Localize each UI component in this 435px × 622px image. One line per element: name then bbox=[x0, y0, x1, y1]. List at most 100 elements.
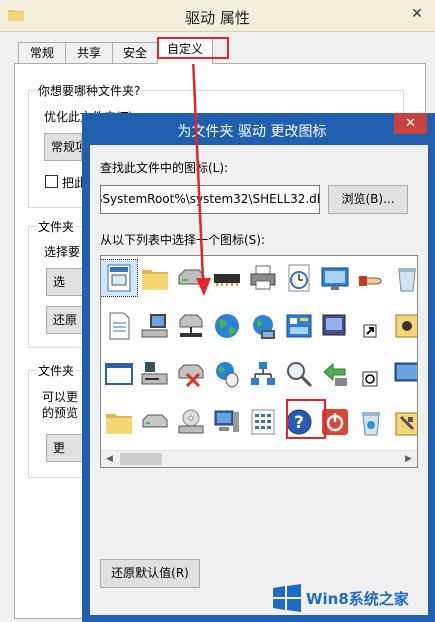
tab-security[interactable]: 安全 bbox=[112, 42, 158, 64]
icon-cell[interactable] bbox=[389, 404, 417, 440]
icon-cell[interactable] bbox=[389, 260, 417, 296]
package-icon bbox=[395, 314, 417, 338]
icon-cell[interactable] bbox=[101, 308, 137, 344]
watermark: Win8系统之家 bbox=[270, 578, 432, 618]
icon-cell[interactable] bbox=[389, 356, 417, 392]
media-icon bbox=[322, 314, 346, 336]
icon-cell[interactable] bbox=[209, 260, 245, 296]
folder-icon-group-title: 文件夹 bbox=[38, 362, 77, 379]
window-icon bbox=[105, 363, 133, 385]
tab-highlight-box bbox=[157, 37, 229, 59]
icon-cell[interactable] bbox=[245, 404, 281, 440]
restore-defaults-button[interactable]: 还原默认值(R) bbox=[100, 559, 200, 588]
icon-cell[interactable] bbox=[173, 356, 209, 392]
icon-cell[interactable] bbox=[353, 356, 389, 392]
find-icons-label: 查找此文件中的图标(L): bbox=[100, 161, 229, 175]
folder-options-icon bbox=[107, 264, 131, 292]
icon-cell[interactable] bbox=[281, 260, 317, 296]
folder-picture-label: 选择要 bbox=[44, 245, 81, 259]
browse-button[interactable]: 浏览(B)... bbox=[328, 185, 408, 214]
control-panel-icon bbox=[286, 314, 312, 338]
mouse-globe-icon bbox=[216, 362, 239, 388]
search-icon bbox=[287, 362, 313, 388]
scroll-left-arrow[interactable]: ◀ bbox=[101, 451, 118, 467]
empty-recycle-bin-icon bbox=[362, 412, 380, 436]
icon-cell[interactable] bbox=[137, 260, 173, 296]
restore-picture-button[interactable]: 还原 bbox=[46, 306, 84, 334]
dialog-body: 查找此文件中的图标(L): %SystemRoot%\system32\SHEL… bbox=[90, 145, 428, 615]
shortcut-arrow-icon bbox=[363, 324, 377, 338]
icon-list[interactable]: ? ◀ ▶ bbox=[100, 255, 418, 468]
drive-icon bbox=[178, 269, 205, 285]
icon-cell[interactable] bbox=[209, 404, 245, 440]
icon-cell[interactable] bbox=[317, 260, 353, 296]
icon-cell[interactable] bbox=[353, 308, 389, 344]
printer-icon bbox=[250, 265, 276, 290]
horizontal-scrollbar[interactable]: ◀ ▶ bbox=[101, 450, 417, 467]
optimize-select[interactable]: 常规项 bbox=[44, 133, 82, 161]
icon-cell[interactable] bbox=[101, 259, 138, 297]
icon-cell[interactable] bbox=[353, 404, 389, 440]
properties-titlebar: 驱动 属性 ✕ bbox=[0, 0, 435, 32]
network-icon bbox=[251, 362, 275, 385]
icon-cell[interactable] bbox=[209, 308, 245, 344]
icon-cell[interactable] bbox=[245, 356, 281, 392]
display-icon bbox=[321, 267, 349, 290]
back-arrow-icon bbox=[323, 362, 347, 386]
document-icon bbox=[109, 312, 130, 340]
icon-file-path-input[interactable]: %SystemRoot%\system32\SHELL32.dll bbox=[100, 185, 320, 214]
choose-file-button[interactable]: 选 bbox=[46, 268, 84, 296]
icon-cell[interactable] bbox=[245, 308, 281, 344]
apply-subfolders-checkbox[interactable] bbox=[45, 175, 58, 188]
tab-sharing[interactable]: 共享 bbox=[65, 42, 113, 64]
windows-logo-icon bbox=[273, 584, 301, 612]
icon-cell[interactable] bbox=[173, 260, 209, 296]
folder-icon-line1: 可以更 bbox=[42, 390, 79, 404]
icon-cell[interactable] bbox=[173, 404, 209, 440]
recycle-bin-icon bbox=[398, 268, 416, 292]
computer-drive-icon bbox=[141, 314, 168, 338]
icon-cell[interactable] bbox=[137, 356, 173, 392]
dialog-close-button[interactable]: ✕ bbox=[394, 113, 427, 134]
scroll-thumb[interactable] bbox=[120, 453, 162, 465]
globe-icon bbox=[215, 314, 239, 338]
icon-cell[interactable] bbox=[317, 308, 353, 344]
icon-cell[interactable] bbox=[137, 404, 173, 440]
tab-general[interactable]: 常规 bbox=[18, 42, 66, 64]
icon-cell[interactable] bbox=[101, 356, 137, 392]
clock-small-icon bbox=[362, 371, 378, 387]
tools-icon bbox=[395, 412, 417, 436]
folder-picture-group-title: 文件夹 bbox=[38, 218, 77, 235]
icon-file-path-value: %SystemRoot%\system32\SHELL32.dll bbox=[100, 192, 320, 206]
network-drive-icon bbox=[179, 314, 203, 337]
folder-icon-line2: 的预览 bbox=[42, 406, 79, 420]
memory-chip-icon bbox=[214, 274, 240, 286]
icon-cell[interactable] bbox=[353, 260, 389, 296]
properties-title: 驱动 属性 bbox=[185, 9, 250, 27]
icon-cell[interactable] bbox=[137, 308, 173, 344]
watermark-text: Win8系统之家 bbox=[306, 590, 409, 608]
icon-cell[interactable] bbox=[389, 308, 417, 344]
hard-drive-icon bbox=[142, 414, 168, 428]
icon-cell[interactable] bbox=[173, 308, 209, 344]
icon-cell[interactable] bbox=[317, 356, 353, 392]
icon-cell[interactable] bbox=[281, 356, 317, 392]
change-icon-button[interactable]: 更 bbox=[46, 434, 84, 462]
disc-drive-icon bbox=[178, 409, 204, 434]
folder-type-group-title: 你想要哪种文件夹? bbox=[38, 82, 143, 99]
floppy-drive-icon bbox=[141, 362, 168, 385]
help-icon-highlight-box bbox=[286, 399, 326, 439]
icon-cell[interactable] bbox=[245, 260, 281, 296]
icon-cell[interactable] bbox=[101, 404, 137, 440]
select-icon-label: 从以下列表中选择一个图标(S): bbox=[100, 233, 266, 247]
network-globe-icon bbox=[253, 315, 275, 339]
folder-icon bbox=[106, 414, 132, 434]
scroll-right-arrow[interactable]: ▶ bbox=[400, 451, 417, 467]
clock-icon bbox=[288, 264, 310, 292]
dialog-titlebar: 为文件夹 驱动 更改图标 ✕ bbox=[82, 113, 435, 145]
calculator-icon bbox=[251, 409, 275, 435]
monitor-icon bbox=[394, 362, 417, 382]
properties-close-button[interactable]: ✕ bbox=[405, 4, 429, 24]
icon-cell[interactable] bbox=[281, 308, 317, 344]
icon-cell[interactable] bbox=[209, 356, 245, 392]
